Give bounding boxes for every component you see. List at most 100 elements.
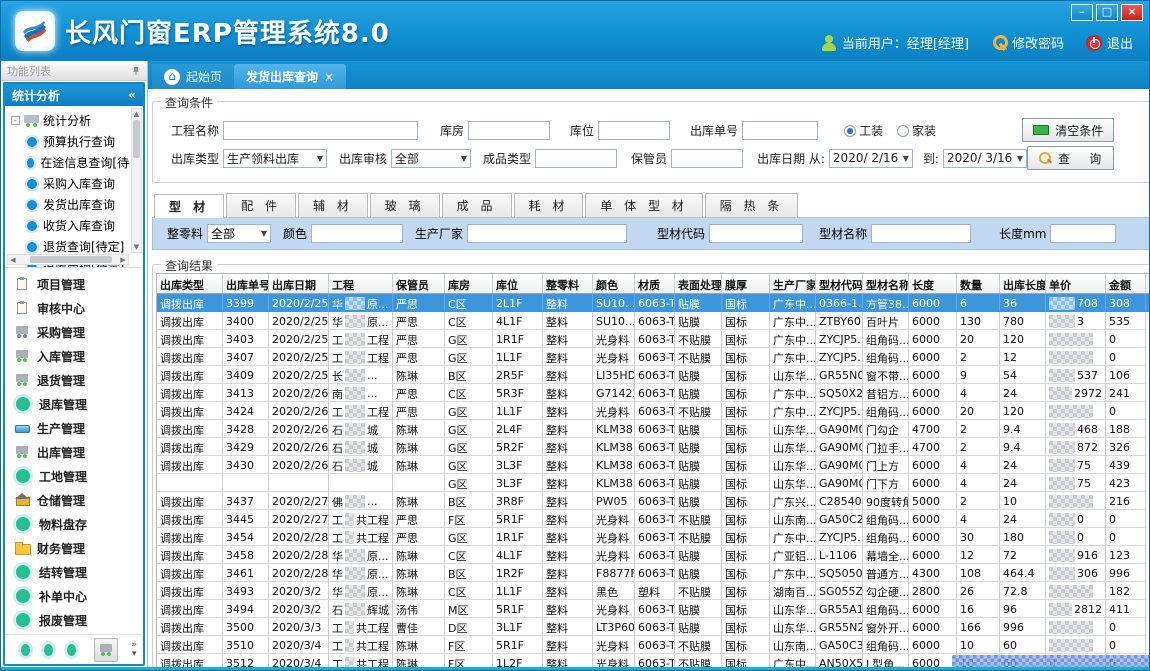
- sidebar-module-生产管理[interactable]: 生产管理: [15, 416, 143, 440]
- tab-home[interactable]: ⌂ 起始页: [152, 64, 234, 89]
- module-shortcut-dot[interactable]: [44, 644, 53, 656]
- overflow-chevron[interactable]: »▾: [132, 641, 138, 659]
- material-tab-成品[interactable]: 成 品: [442, 193, 512, 217]
- logout-button[interactable]: 退出: [1086, 33, 1133, 52]
- tree-horizontal-scrollbar[interactable]: ◀ ▶: [7, 254, 129, 265]
- tab-close-icon[interactable]: ×: [324, 70, 334, 84]
- radio-homewear[interactable]: 家装: [897, 122, 936, 139]
- material-tab-型材[interactable]: 型 材: [154, 194, 224, 218]
- location-input[interactable]: [598, 121, 670, 140]
- sidebar-module-报废管理[interactable]: 报废管理: [15, 608, 143, 632]
- sidebar-module-补单中心[interactable]: 补单中心: [15, 584, 143, 608]
- table-row[interactable]: 调拨出库34072020/2/25工工程严思G区1L1F整料光身料6063-T5…: [157, 348, 1150, 366]
- outbound-audit-select[interactable]: 全部▼: [391, 149, 471, 168]
- date-from-select[interactable]: 2020/ 2/16▼: [829, 149, 913, 168]
- column-header-库房[interactable]: 库房: [445, 274, 493, 293]
- table-row[interactable]: 调拨出库34372020/2/27佛...陈琳B区3R8F整料PW056063-…: [157, 492, 1150, 510]
- column-header-长度[interactable]: 长度: [909, 274, 957, 293]
- material-tab-配件[interactable]: 配 件: [226, 193, 296, 217]
- table-row[interactable]: 调拨出库33992020/2/25华原...严思C区2L1F整料SU10...6…: [157, 294, 1150, 312]
- column-header-表面处理[interactable]: 表面处理: [675, 274, 722, 293]
- scroll-left-icon[interactable]: ◀: [8, 256, 18, 264]
- column-header-生产厂家[interactable]: 生产厂家: [770, 274, 816, 293]
- table-row[interactable]: 调拨出库35002020/3/3工共工程曹佳D区3L1F整料LT3P606063…: [157, 618, 1150, 636]
- column-header-库位[interactable]: 库位: [493, 274, 543, 293]
- material-tab-玻璃[interactable]: 玻 璃: [370, 193, 440, 217]
- scroll-right-icon[interactable]: ▶: [118, 256, 128, 264]
- table-row[interactable]: 调拨出库34612020/2/28华原...陈琳B区1R2F整料F8877FT6…: [157, 564, 1150, 582]
- column-header-出库单号[interactable]: 出库单号: [223, 274, 269, 293]
- product-type-input[interactable]: [535, 149, 617, 168]
- table-row[interactable]: 调拨出库34132020/2/26南...严思C区5R3F整料G71422606…: [157, 384, 1150, 402]
- column-header-型材代码[interactable]: 型材代码: [816, 274, 863, 293]
- table-row[interactable]: G区3L3F整料KLM38176063-T5贴膜国标山东华...GA90M09.…: [157, 474, 1150, 492]
- scroll-down-icon[interactable]: ▼: [132, 242, 141, 252]
- table-row[interactable]: 调拨出库34452020/2/27工共工程严思F区5R1F整料光身料6063-T…: [157, 510, 1150, 528]
- radio-workwear[interactable]: 工装: [844, 122, 883, 139]
- sidebar-module-结转管理[interactable]: 结转管理: [15, 560, 143, 584]
- column-header-保管员[interactable]: 保管员: [393, 274, 445, 293]
- column-header-金额[interactable]: 金额: [1106, 274, 1146, 293]
- table-row[interactable]: 调拨出库34002020/2/25华原...严思C区4L1F整料SU10...6…: [157, 312, 1150, 330]
- material-tab-隔热条[interactable]: 隔 热 条: [705, 193, 799, 217]
- part-type-select[interactable]: 全部▼: [207, 224, 271, 243]
- profile-name-input[interactable]: [871, 224, 971, 243]
- factory-input[interactable]: [467, 224, 627, 243]
- table-row[interactable]: 调拨出库34032020/2/25工工程严思G区1R1F整料光身料6063-T5…: [157, 330, 1150, 348]
- table-row[interactable]: 调拨出库34242020/2/26工工程严思G区1L1F整料光身料6063-T5…: [157, 402, 1150, 420]
- column-header-出库长度[interactable]: 出库长度: [1000, 274, 1046, 293]
- tree-item-预算执行查询[interactable]: 预算执行查询: [11, 131, 129, 152]
- table-row[interactable]: 调拨出库34932020/3/2华原...陈琳C区1L1F整料黑色塑料不贴膜国标…: [157, 582, 1150, 600]
- module-shortcut-dot[interactable]: [67, 644, 76, 656]
- column-header-型材名称[interactable]: 型材名称: [863, 274, 909, 293]
- column-header-数量[interactable]: 数量: [957, 274, 1000, 293]
- statistics-group-bar[interactable]: 统计分析 «: [5, 84, 143, 106]
- close-button[interactable]: ×: [1121, 4, 1143, 21]
- sidebar-module-物料盘存[interactable]: 物料盘存: [15, 512, 143, 536]
- module-shortcut-dot[interactable]: [21, 644, 30, 656]
- clear-conditions-button[interactable]: 清空条件: [1022, 118, 1114, 142]
- tree-root[interactable]: - 统计分析: [11, 110, 129, 131]
- pin-icon[interactable]: [131, 66, 141, 76]
- tree-expand-icon[interactable]: -: [11, 116, 20, 125]
- outbound-type-select[interactable]: 生产领料出库▼: [223, 149, 327, 168]
- column-header-单价[interactable]: 单价: [1046, 274, 1106, 293]
- sidebar-module-工地管理[interactable]: 工地管理: [15, 464, 143, 488]
- column-header-材质[interactable]: 材质: [635, 274, 675, 293]
- profile-code-input[interactable]: [709, 224, 803, 243]
- sidebar-module-采购管理[interactable]: 采购管理: [15, 320, 143, 344]
- tree-hscroll-thumb[interactable]: [30, 256, 112, 263]
- scroll-up-icon[interactable]: ▲: [132, 109, 141, 119]
- sidebar-module-出库管理[interactable]: 出库管理: [15, 440, 143, 464]
- module-shortcut-cart-button[interactable]: [94, 638, 117, 662]
- project-name-input[interactable]: [223, 121, 418, 140]
- column-header-出库类型[interactable]: 出库类型: [157, 274, 223, 293]
- table-row[interactable]: 调拨出库34942020/3/2石辉城汤伟M区5R1F整料光身料6063-T5贴…: [157, 600, 1150, 618]
- material-tab-单体型材[interactable]: 单 体 型 材: [585, 193, 702, 217]
- maximize-button[interactable]: □: [1096, 4, 1118, 21]
- sidebar-module-仓储管理[interactable]: 仓储管理: [15, 488, 143, 512]
- sidebar-module-退库管理[interactable]: 退库管理: [15, 392, 143, 416]
- material-tab-辅材[interactable]: 辅 材: [298, 193, 368, 217]
- sidebar-module-退货管理[interactable]: 退货管理: [15, 368, 143, 392]
- change-password-button[interactable]: 修改密码: [991, 33, 1064, 52]
- search-button[interactable]: 查 询: [1027, 146, 1114, 170]
- order-no-input[interactable]: [742, 121, 818, 140]
- date-to-select[interactable]: 2020/ 3/16▼: [943, 149, 1027, 168]
- warehouse-input[interactable]: [468, 121, 550, 140]
- column-header-膜厚[interactable]: 膜厚: [722, 274, 770, 293]
- sidebar-module-审核中心[interactable]: 审核中心: [15, 296, 143, 320]
- column-header-颜色[interactable]: 颜色: [593, 274, 635, 293]
- tree-item-采购入库查询[interactable]: 采购入库查询: [11, 173, 129, 194]
- table-row[interactable]: 调拨出库34282020/2/26石城陈琳G区2L4F整料KLM38176063…: [157, 420, 1150, 438]
- table-row[interactable]: 调拨出库34302020/2/26石城陈琳G区3L3F整料KLM38176063…: [157, 456, 1150, 474]
- length-input[interactable]: [1050, 224, 1116, 243]
- column-header-整零料[interactable]: 整零料: [543, 274, 593, 293]
- collapse-icon[interactable]: «: [128, 88, 136, 102]
- column-header-出库日期[interactable]: 出库日期: [269, 274, 329, 293]
- table-row[interactable]: 调拨出库34092020/2/25长...陈琳B区2R5F整料LI35HD606…: [157, 366, 1150, 384]
- color-input[interactable]: [311, 224, 403, 243]
- tree-item-在途信息查询[待[interactable]: 在途信息查询[待: [11, 152, 129, 173]
- tab-shipping-outbound-query[interactable]: 发货出库查询 ×: [234, 64, 346, 89]
- minimize-button[interactable]: –: [1071, 4, 1093, 21]
